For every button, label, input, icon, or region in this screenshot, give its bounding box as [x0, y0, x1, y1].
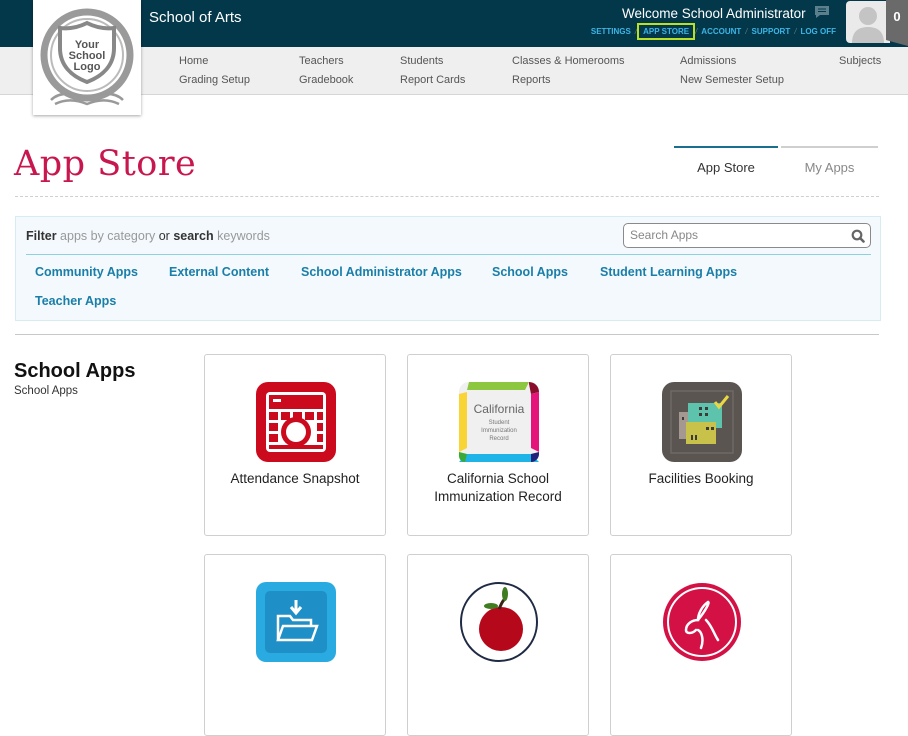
section-divider [15, 334, 879, 335]
school-crest-icon: Your School Logo [40, 8, 134, 106]
filter-text-part: keywords [213, 229, 270, 243]
search-input[interactable] [624, 224, 839, 246]
app-store-link[interactable]: APP STORE [637, 23, 696, 40]
app-card-file-import[interactable] [204, 554, 386, 736]
nav-students[interactable]: Students [400, 55, 443, 67]
immunization-record-icon: California Student Immunization Record [459, 382, 539, 462]
nav-admissions[interactable]: Admissions [680, 55, 736, 67]
filter-divider [26, 254, 871, 255]
category-school-apps[interactable]: School Apps [492, 265, 568, 279]
nav-grading-setup[interactable]: Grading Setup [179, 74, 250, 86]
app-card-apple[interactable] [407, 554, 589, 736]
top-links: SETTINGS / APP STORE / ACCOUNT / SUPPORT… [591, 23, 836, 40]
category-student-learning-apps[interactable]: Student Learning Apps [600, 265, 737, 279]
school-logo[interactable]: Your School Logo [33, 0, 141, 115]
support-link[interactable]: SUPPORT [752, 27, 791, 36]
nav-teachers[interactable]: Teachers [299, 55, 344, 67]
filter-text-part: apps by category [56, 229, 159, 243]
title-divider [15, 196, 879, 197]
settings-link[interactable]: SETTINGS [591, 27, 631, 36]
link-separator: / [634, 27, 638, 36]
page-title: App Store [14, 144, 197, 184]
apple-icon [460, 582, 538, 662]
search-box [623, 223, 871, 248]
nav-new-semester-setup[interactable]: New Semester Setup [680, 74, 784, 86]
app-name: Attendance Snapshot [230, 471, 360, 486]
category-school-administrator-apps[interactable]: School Administrator Apps [301, 265, 462, 279]
nav-gradebook[interactable]: Gradebook [299, 74, 353, 86]
folder-download-icon [256, 582, 336, 662]
user-silhouette-icon [852, 7, 884, 43]
search-label: search [173, 229, 214, 243]
link-separator: / [794, 27, 797, 36]
filter-panel: Filter apps by category or search keywor… [15, 216, 881, 321]
rabbit-icon [663, 583, 741, 661]
nav-subjects[interactable]: Subjects [839, 55, 881, 67]
app-name: California School Immunization Record [434, 471, 562, 504]
filter-instructions: Filter apps by category or search keywor… [26, 229, 270, 243]
app-card-facilities-booking[interactable]: Facilities Booking [610, 354, 792, 536]
section-subtitle: School Apps [14, 385, 78, 397]
category-community-apps[interactable]: Community Apps [35, 265, 138, 279]
category-teacher-apps[interactable]: Teacher Apps [35, 294, 116, 308]
svg-text:Immunization: Immunization [481, 428, 517, 434]
link-separator: / [745, 27, 748, 36]
tab-my-apps[interactable]: My Apps [781, 146, 878, 186]
category-external-content[interactable]: External Content [169, 265, 269, 279]
nav-home[interactable]: Home [179, 55, 208, 67]
app-card-attendance-snapshot[interactable]: Attendance Snapshot [204, 354, 386, 536]
svg-text:Record: Record [489, 436, 508, 442]
nav-reports[interactable]: Reports [512, 74, 551, 86]
section-title: School Apps [14, 360, 136, 382]
app-card-rabbit[interactable] [610, 554, 792, 736]
search-icon[interactable] [851, 229, 865, 243]
log-off-link[interactable]: LOG OFF [800, 27, 836, 36]
filter-label: Filter [26, 229, 57, 243]
svg-text:Logo: Logo [74, 61, 101, 73]
app-card-california-immunization[interactable]: California Student Immunization Record C… [407, 354, 589, 536]
account-link[interactable]: ACCOUNT [701, 27, 741, 36]
attendance-calendar-icon [256, 382, 336, 462]
school-name: School of Arts [149, 9, 242, 26]
nav-classes-homerooms[interactable]: Classes & Homerooms [512, 55, 624, 67]
user-avatar[interactable] [846, 1, 890, 43]
app-name: Facilities Booking [648, 471, 754, 486]
tab-app-store[interactable]: App Store [674, 146, 778, 186]
notification-badge[interactable]: 0 [886, 0, 908, 46]
nav-report-cards[interactable]: Report Cards [400, 74, 465, 86]
svg-text:Student: Student [489, 420, 510, 426]
facilities-building-icon [662, 382, 742, 462]
welcome-text: Welcome School Administrator [622, 6, 806, 21]
link-separator: / [695, 27, 698, 36]
svg-text:California: California [474, 402, 525, 416]
filter-text-part: or [158, 229, 170, 243]
message-icon[interactable] [814, 5, 830, 19]
